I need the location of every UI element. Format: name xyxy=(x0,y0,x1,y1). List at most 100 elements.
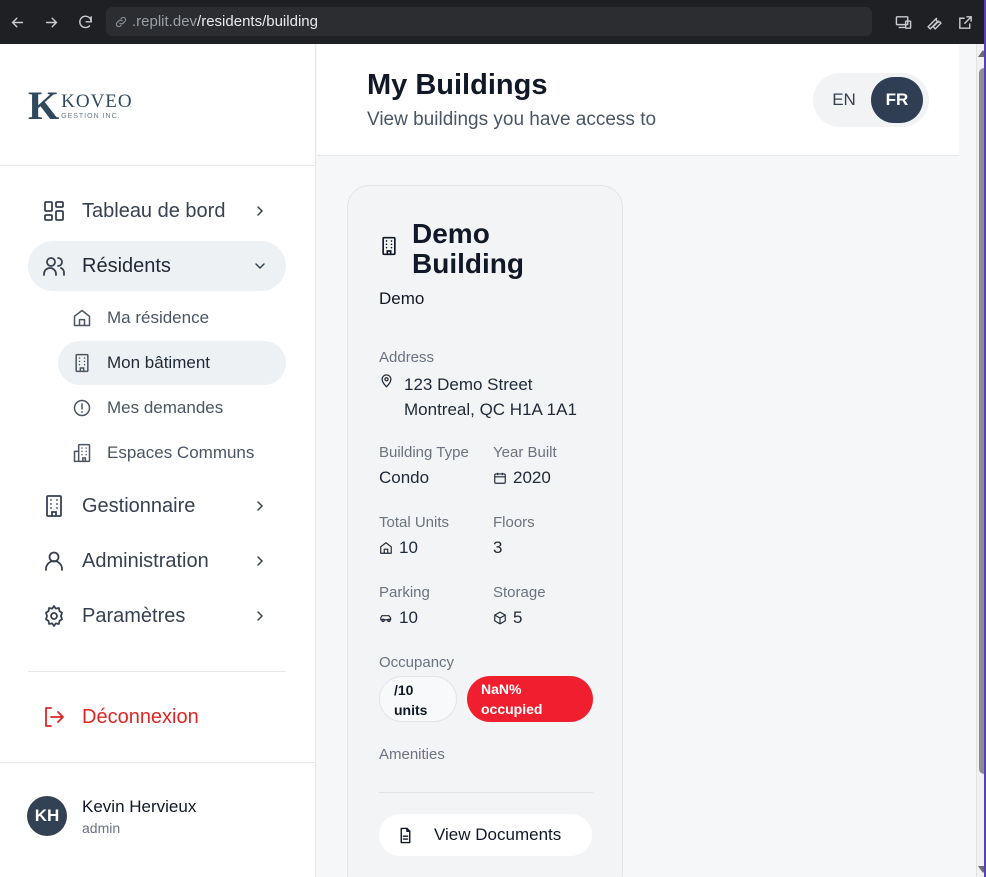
wrench-icon[interactable] xyxy=(926,14,943,31)
building-icon xyxy=(46,495,62,517)
map-pin-icon xyxy=(381,374,392,388)
user-profile[interactable]: KH Kevin Hervieux admin xyxy=(27,796,196,836)
lang-fr-button[interactable]: FR xyxy=(871,77,923,123)
logo-tagline: GESTION INC. xyxy=(61,113,121,120)
total-units-text: 10 xyxy=(399,538,418,557)
occupancy-units-badge: /10 units xyxy=(379,676,457,722)
sidebar-subitem-label: Mon bâtiment xyxy=(107,353,210,372)
user-name: Kevin Hervieux xyxy=(82,796,197,816)
building-icon xyxy=(382,236,396,256)
building-type-text: Condo xyxy=(379,468,430,487)
external-link-icon[interactable] xyxy=(957,14,974,31)
url-path: /residents/building xyxy=(197,13,318,30)
buildings-icon xyxy=(73,443,91,463)
occupancy-pct-line-2: occupied xyxy=(481,701,543,717)
alert-circle-icon xyxy=(73,399,91,417)
sidebar-subitem-ma-residence[interactable]: Ma résidence xyxy=(58,296,286,340)
sidebar-subitem-label: Espaces Communs xyxy=(107,443,255,462)
year-built-label: Year Built xyxy=(493,444,557,461)
total-units-value: 10 xyxy=(379,538,418,558)
sidebar: K KOVEO GESTION INC. Tableau de bord Rés… xyxy=(0,44,316,877)
app-viewport: K KOVEO GESTION INC. Tableau de bord Rés… xyxy=(0,44,976,877)
page-subtitle: View buildings you have access to xyxy=(367,109,657,130)
sidebar-item-residents[interactable]: Résidents xyxy=(28,241,286,291)
link-icon xyxy=(115,16,127,27)
language-switcher: EN FR xyxy=(813,73,929,127)
logo-mark: K xyxy=(28,83,60,128)
package-icon xyxy=(494,611,506,625)
sidebar-item-gestionnaire[interactable]: Gestionnaire xyxy=(28,481,286,531)
logout-button[interactable]: Déconnexion xyxy=(28,692,199,742)
year-built-text: 2020 xyxy=(513,468,551,487)
users-icon xyxy=(43,257,65,276)
gear-icon xyxy=(45,605,63,627)
sidebar-subitem-mon-batiment[interactable]: Mon bâtiment xyxy=(58,341,286,385)
koveo-logo[interactable]: K KOVEO GESTION INC. xyxy=(28,86,133,126)
calendar-icon xyxy=(494,472,506,484)
building-org: Demo xyxy=(379,289,425,308)
floors-value: 3 xyxy=(493,538,502,558)
storage-label: Storage xyxy=(493,584,546,601)
building-type-label: Building Type xyxy=(379,444,469,461)
storage-value: 5 xyxy=(493,608,522,628)
parking-text: 10 xyxy=(399,608,418,627)
sidebar-item-tableau-de-bord[interactable]: Tableau de bord xyxy=(28,186,286,236)
chevron-right-icon xyxy=(257,206,264,216)
avatar: KH xyxy=(27,796,67,836)
sidebar-item-label: Administration xyxy=(82,549,209,572)
browser-toolbar: .replit.dev/residents/building xyxy=(0,0,986,44)
sidebar-divider xyxy=(0,165,316,166)
logout-icon xyxy=(45,707,64,727)
address-line-2: Montreal, QC H1A 1A1 xyxy=(404,400,577,419)
floors-label: Floors xyxy=(493,514,535,531)
sidebar-subitem-mes-demandes[interactable]: Mes demandes xyxy=(58,386,286,430)
year-built-value: 2020 xyxy=(493,468,551,488)
building-card: Demo Building Demo Address 123 Demo Stre… xyxy=(347,185,623,877)
url-domain: .replit.dev xyxy=(132,13,198,30)
layout-grid-icon xyxy=(44,201,64,221)
sidebar-subitem-espaces-communs[interactable]: Espaces Communs xyxy=(58,431,286,475)
back-icon[interactable] xyxy=(0,0,34,44)
chevron-right-icon xyxy=(257,556,264,566)
home-icon xyxy=(73,309,91,327)
card-divider xyxy=(379,792,593,793)
sidebar-item-administration[interactable]: Administration xyxy=(28,536,286,586)
parking-label: Parking xyxy=(379,584,430,601)
storage-text: 5 xyxy=(513,608,523,627)
user-role: admin xyxy=(82,819,121,836)
occupancy-units-line-2: units xyxy=(394,702,428,718)
page-header: My Buildings View buildings you have acc… xyxy=(317,44,959,156)
occupancy-label: Occupancy xyxy=(379,654,455,671)
chevron-right-icon xyxy=(257,611,264,621)
sidebar-divider xyxy=(0,762,316,763)
sidebar-item-parametres[interactable]: Paramètres xyxy=(28,591,286,641)
view-documents-button[interactable]: View Documents xyxy=(379,814,592,856)
sidebar-item-label: Gestionnaire xyxy=(82,494,196,517)
address-line-1: 123 Demo Street xyxy=(404,375,533,394)
occupancy-pct-line-1: NaN% xyxy=(481,681,522,697)
building-name: Demo Building xyxy=(412,218,524,279)
amenities-label: Amenities xyxy=(379,746,445,763)
parking-value: 10 xyxy=(379,608,418,628)
forward-icon[interactable] xyxy=(34,0,68,44)
occupancy-units-line-1: /10 xyxy=(394,682,414,698)
address-bar[interactable]: .replit.dev/residents/building xyxy=(106,7,872,36)
sidebar-subitem-label: Mes demandes xyxy=(107,398,224,417)
sidebar-item-label: Tableau de bord xyxy=(82,199,226,222)
address-label: Address xyxy=(379,349,435,366)
floors-text: 3 xyxy=(493,538,503,557)
total-units-label: Total Units xyxy=(379,514,450,531)
chevron-down-icon xyxy=(255,263,265,270)
reload-icon[interactable] xyxy=(68,0,102,44)
view-documents-label: View Documents xyxy=(434,825,562,844)
lang-en-button[interactable]: EN xyxy=(817,90,871,110)
chevron-right-icon xyxy=(257,501,264,511)
sidebar-item-label: Résidents xyxy=(82,254,171,277)
file-text-icon xyxy=(400,827,411,843)
building-icon xyxy=(75,353,89,373)
home-icon xyxy=(380,542,392,554)
devices-icon[interactable] xyxy=(895,14,912,31)
building-type-value: Condo xyxy=(379,468,429,488)
user-icon xyxy=(45,551,63,571)
sidebar-divider xyxy=(28,671,286,672)
